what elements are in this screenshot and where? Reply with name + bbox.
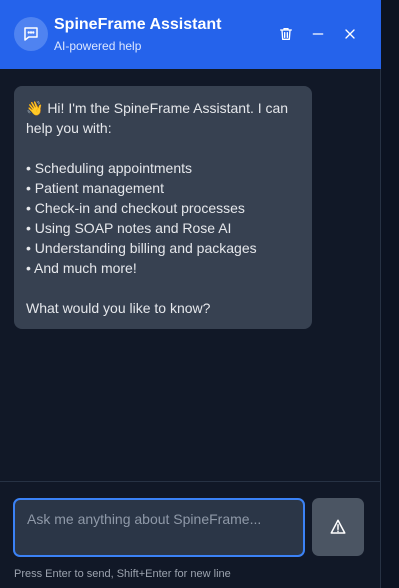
- chat-bubble-icon: [14, 17, 48, 51]
- page-background-edge: [381, 0, 399, 588]
- send-icon: [330, 519, 346, 534]
- message-line: • And much more!: [26, 260, 137, 276]
- message-input[interactable]: [13, 498, 305, 557]
- message-line: • Using SOAP notes and Rose AI: [26, 220, 232, 236]
- minimize-button[interactable]: [306, 22, 330, 46]
- minus-icon: [312, 33, 324, 35]
- composer-hint: Press Enter to send, Shift+Enter for new…: [14, 568, 231, 580]
- trash-icon: [280, 28, 292, 40]
- message-line: • Scheduling appointments: [26, 160, 193, 176]
- assistant-panel: SpineFrame Assistant AI-powered help 👋 H…: [0, 0, 381, 588]
- message-line: help you with:: [26, 120, 112, 136]
- close-button[interactable]: [338, 22, 362, 46]
- assistant-header: SpineFrame Assistant AI-powered help: [0, 0, 381, 69]
- message-line: • Understanding billing and packages: [26, 240, 257, 256]
- composer: Press Enter to send, Shift+Enter for new…: [0, 481, 380, 588]
- message-line: What would you like to know?: [26, 300, 211, 316]
- message-list[interactable]: 👋 Hi! I'm the SpineFrame Assistant. I ca…: [0, 69, 380, 481]
- message-line: [26, 138, 300, 158]
- message-line: [26, 278, 300, 298]
- assistant-message: 👋 Hi! I'm the SpineFrame Assistant. I ca…: [14, 86, 312, 329]
- assistant-subtitle: AI-powered help: [54, 39, 142, 53]
- message-line: • Patient management: [26, 180, 164, 196]
- clear-chat-button[interactable]: [274, 22, 298, 46]
- send-button[interactable]: [312, 498, 364, 556]
- assistant-title: SpineFrame Assistant: [54, 16, 222, 33]
- message-line: • Check-in and checkout processes: [26, 200, 245, 216]
- message-line: 👋 Hi! I'm the SpineFrame Assistant. I ca…: [26, 100, 289, 116]
- close-icon: [345, 29, 355, 39]
